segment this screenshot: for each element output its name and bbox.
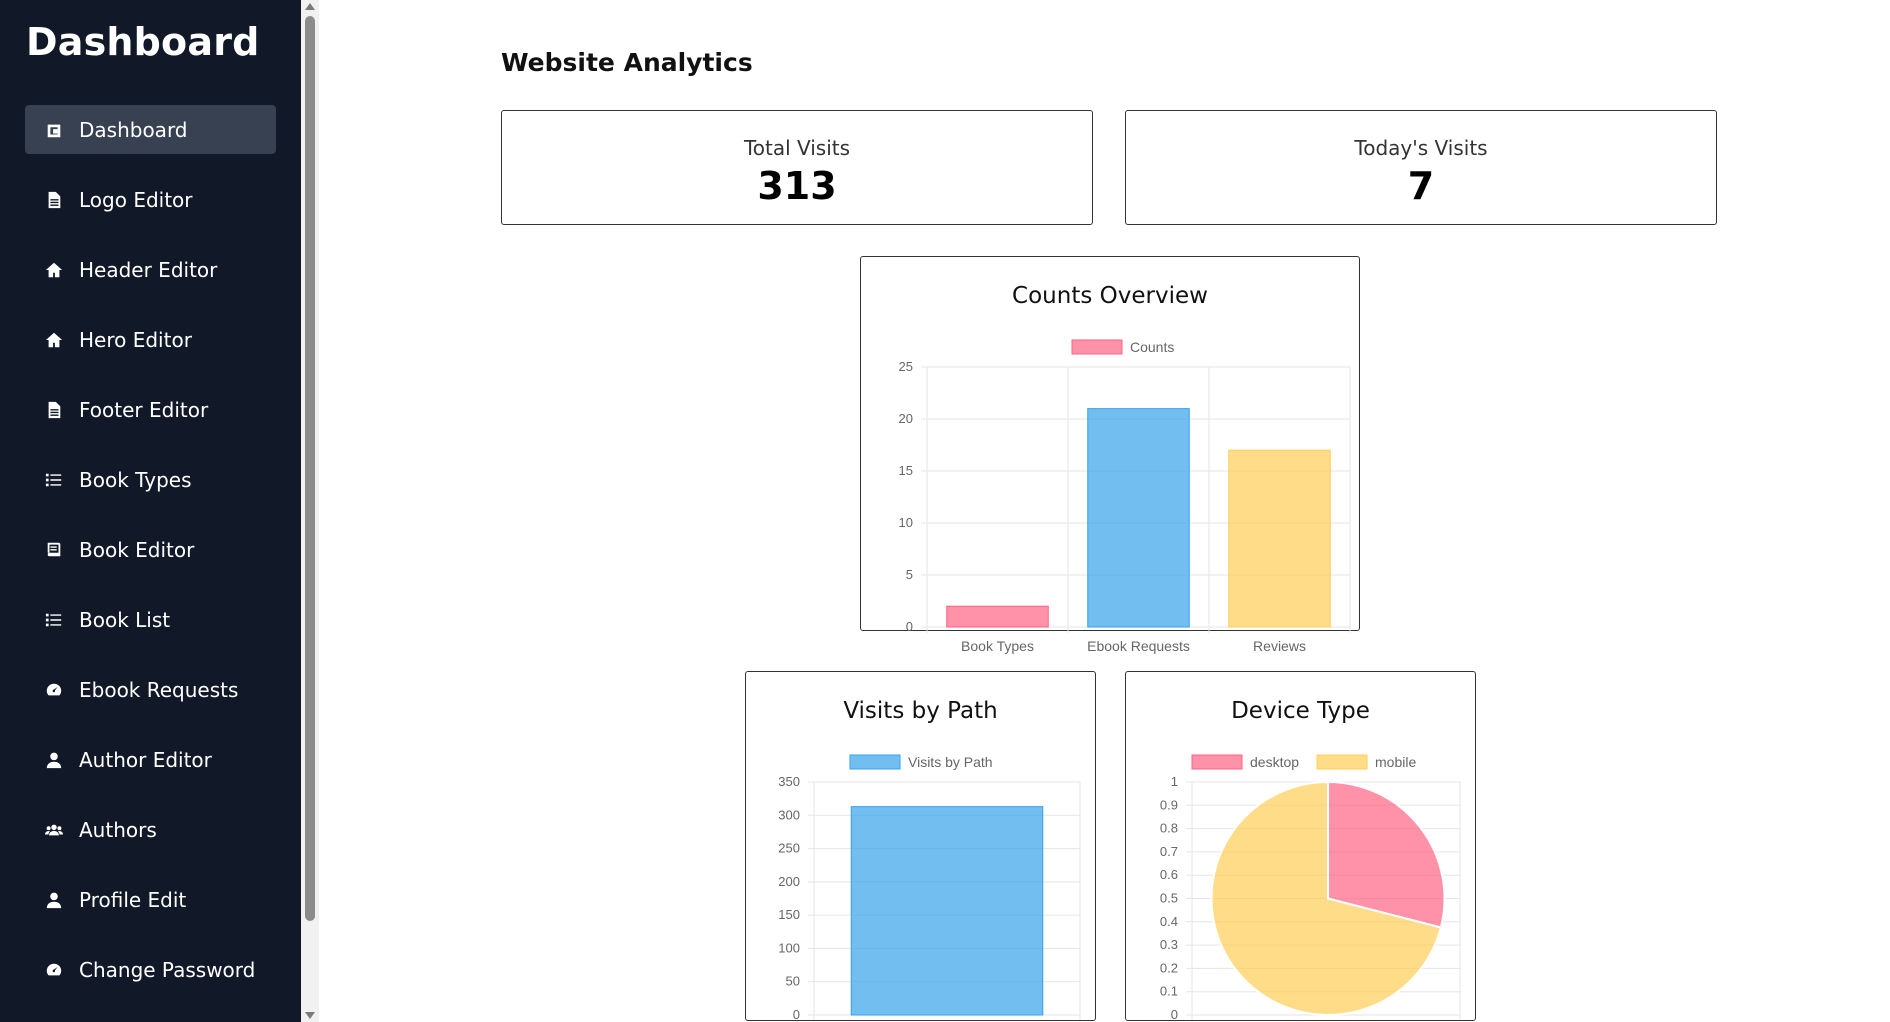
sidebar-item-label: Ebook Requests — [79, 677, 239, 702]
y-tick-label: 0.4 — [1160, 914, 1178, 929]
list-icon — [41, 471, 67, 489]
sidebar-item-label: Change Password — [79, 957, 256, 982]
sidebar-item-label: Header Editor — [79, 257, 218, 282]
home-icon — [41, 261, 67, 279]
stat-label: Total Visits — [743, 136, 851, 160]
page-title: Website Analytics — [501, 48, 753, 77]
sidebar-item-label: Footer Editor — [79, 397, 209, 422]
y-tick-label: 5 — [906, 567, 913, 582]
sidebar-item-book-list[interactable]: Book List — [25, 595, 276, 644]
visits-by-path-chart: Visits by Path 350 300 250 200 150 100 50 0 — [778, 754, 1081, 1020]
file-icon — [41, 191, 67, 209]
device-type-chart: desktop mobile 1 0.9 0.8 0.7 0.6 0.5 0.4 0.3 0.2 0.… — [1160, 754, 1461, 1020]
scroll-up-icon[interactable] — [305, 3, 315, 10]
sidebar-item-label: Author Editor — [79, 747, 212, 772]
sidebar-item-label: Hero Editor — [79, 327, 192, 352]
list-icon — [41, 611, 67, 629]
y-tick-label: 1 — [1171, 774, 1178, 789]
sidebar-brand: Dashboard — [26, 20, 260, 64]
scrollbar[interactable] — [301, 0, 319, 1022]
sidebar-item-label: Logo Editor — [79, 187, 193, 212]
stat-label: Today's Visits — [1354, 136, 1488, 160]
y-tick-label: 0 — [793, 1007, 800, 1020]
sidebar-item-change-password[interactable]: Change Password — [25, 945, 276, 994]
sidebar-item-label: Book List — [79, 607, 171, 632]
sidebar-item-book-types[interactable]: Book Types — [25, 455, 276, 504]
y-tick-label: 50 — [786, 974, 800, 989]
bar — [1087, 408, 1190, 628]
y-tick-label: 20 — [899, 411, 913, 426]
legend-label: Visits by Path — [908, 754, 993, 770]
y-tick-label: 250 — [778, 841, 800, 856]
y-tick-label: 0.3 — [1160, 937, 1178, 952]
sidebar-item-label: Authors — [79, 817, 157, 842]
y-tick-label: 0.5 — [1160, 891, 1178, 906]
x-tick-label: Ebook Requests — [1087, 638, 1190, 654]
total-visits-card: Total Visits 313 — [501, 110, 1093, 225]
home-icon — [41, 331, 67, 349]
sidebar-item-profile-edit[interactable]: Profile Edit — [25, 875, 276, 924]
y-tick-label: 150 — [778, 907, 800, 922]
y-tick-label: 350 — [778, 774, 800, 789]
y-tick-label: 100 — [778, 940, 800, 955]
y-tick-label: 0.6 — [1160, 867, 1178, 882]
y-tick-label: 15 — [899, 463, 913, 478]
sidebar-item-dashboard[interactable]: Dashboard — [25, 105, 276, 154]
sidebar: Dashboard Dashboard Logo Editor Header Edi… — [0, 0, 301, 1022]
y-tick-label: 0.1 — [1160, 984, 1178, 999]
gauge-icon — [41, 681, 67, 699]
y-tick-label: 0.9 — [1160, 797, 1178, 812]
bar — [1228, 449, 1331, 628]
legend-swatch — [849, 754, 901, 770]
legend-swatch — [1071, 339, 1123, 355]
legend-swatch — [1316, 754, 1368, 770]
sidebar-item-logo-editor[interactable]: Logo Editor — [25, 175, 276, 224]
sidebar-item-author-editor[interactable]: Author Editor — [25, 735, 276, 784]
y-tick-label: 0.2 — [1160, 960, 1178, 975]
sidebar-item-authors[interactable]: Authors — [25, 805, 276, 854]
x-tick-label: Reviews — [1253, 638, 1306, 654]
scroll-thumb[interactable] — [305, 16, 315, 921]
legend-label: Counts — [1130, 339, 1174, 355]
y-tick-label: 0.7 — [1160, 844, 1178, 859]
chart-title: Counts Overview — [1012, 283, 1208, 309]
book-icon — [41, 541, 67, 559]
y-tick-label: 10 — [899, 515, 913, 530]
todays-visits-card: Today's Visits 7 — [1125, 110, 1717, 225]
sidebar-item-book-editor[interactable]: Book Editor — [25, 525, 276, 574]
users-icon — [41, 821, 67, 839]
chart-title: Device Type — [1231, 698, 1370, 724]
y-tick-label: 0 — [906, 619, 913, 634]
gauge-icon — [41, 961, 67, 979]
scroll-down-icon[interactable] — [305, 1012, 315, 1019]
legend-label: mobile — [1375, 754, 1416, 770]
sidebar-item-header-editor[interactable]: Header Editor — [25, 245, 276, 294]
y-tick-label: 0.8 — [1160, 821, 1178, 836]
file-icon — [41, 401, 67, 419]
chart-title: Visits by Path — [843, 698, 998, 724]
y-tick-label: 200 — [778, 874, 800, 889]
counts-overview-chart: Counts 25 20 15 10 5 0 Book Types Ebook Requests… — [899, 339, 1351, 654]
y-tick-label: 25 — [899, 359, 913, 374]
sidebar-item-label: Dashboard — [79, 117, 188, 142]
x-tick-label: Book Types — [961, 638, 1034, 654]
y-tick-label: 300 — [778, 807, 800, 822]
stat-value: 313 — [757, 164, 837, 208]
sidebar-item-footer-editor[interactable]: Footer Editor — [25, 385, 276, 434]
bar — [946, 605, 1049, 628]
legend-label: desktop — [1250, 754, 1299, 770]
user-icon — [41, 751, 67, 769]
dashboard-icon — [41, 121, 67, 139]
sidebar-item-label: Book Types — [79, 467, 192, 492]
sidebar-item-hero-editor[interactable]: Hero Editor — [25, 315, 276, 364]
legend-swatch — [1191, 754, 1243, 770]
y-tick-label: 0 — [1171, 1007, 1178, 1020]
bar — [850, 806, 1044, 1016]
stat-value: 7 — [1407, 164, 1435, 208]
sidebar-item-label: Profile Edit — [79, 887, 187, 912]
sidebar-item-label: Book Editor — [79, 537, 195, 562]
sidebar-item-ebook-requests[interactable]: Ebook Requests — [25, 665, 276, 714]
user-icon — [41, 891, 67, 909]
